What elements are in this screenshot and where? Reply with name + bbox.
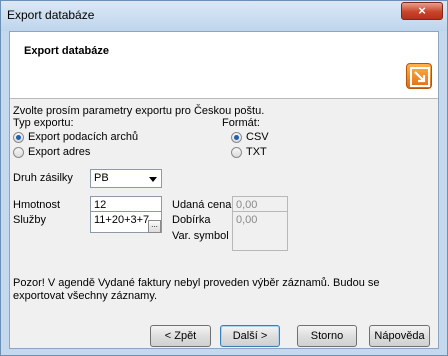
udana-cena-value: 0,00	[236, 199, 258, 211]
format-csv-label[interactable]: CSV	[246, 131, 269, 143]
dobirka-input: 0,00	[232, 211, 288, 251]
format-txt-radio[interactable]	[231, 147, 242, 158]
dialog-body: Export databáze Zvolte prosím parametry …	[9, 31, 439, 349]
export-archy-label[interactable]: Export podacích archů	[28, 131, 138, 143]
export-archy-radio[interactable]	[13, 132, 24, 143]
format-csv-radio[interactable]	[231, 132, 242, 143]
warning-text: Pozor! V agendě Vydané faktury nebyl pro…	[13, 277, 380, 302]
title-bar: Export databáze ×	[1, 1, 447, 31]
intro-text: Zvolte prosím parametry exportu pro Česk…	[13, 105, 265, 117]
cancel-button[interactable]: Storno	[297, 325, 357, 347]
page-title: Export databáze	[24, 45, 109, 57]
dobirka-label: Dobírka	[172, 214, 211, 226]
format-txt-label[interactable]: TXT	[246, 146, 267, 158]
druh-zasilky-label: Druh zásilky	[13, 172, 73, 184]
udana-cena-label: Udaná cena	[172, 199, 232, 211]
export-adres-radio[interactable]	[13, 147, 24, 158]
druh-zasilky-value: PB	[94, 172, 109, 184]
format-label: Formát:	[222, 117, 260, 129]
sluzby-value: 11+20+3+7	[94, 214, 150, 226]
export-type-label: Typ exportu:	[13, 117, 74, 129]
sluzby-label: Služby	[13, 214, 47, 226]
chevron-down-icon[interactable]	[149, 177, 157, 182]
dobirka-value: 0,00	[236, 214, 258, 226]
sluzby-browse-button[interactable]: ...	[148, 220, 161, 233]
close-button[interactable]: ×	[401, 2, 443, 20]
window-title: Export databáze	[7, 8, 95, 22]
next-button[interactable]: Další >	[220, 325, 280, 347]
export-icon	[406, 63, 432, 89]
hmotnost-label: Hmotnost	[13, 199, 61, 211]
back-button[interactable]: < Zpět	[150, 325, 211, 347]
export-dialog: Export databáze × Export databáze Zvolte…	[0, 0, 448, 356]
var-symbol-label: Var. symbol	[172, 230, 229, 242]
hmotnost-value: 12	[94, 199, 107, 211]
export-adres-label[interactable]: Export adres	[28, 146, 90, 158]
wizard-header: Export databáze	[10, 32, 438, 99]
help-button[interactable]: Nápověda	[369, 325, 430, 347]
druh-zasilky-combo[interactable]: PB	[90, 169, 162, 188]
